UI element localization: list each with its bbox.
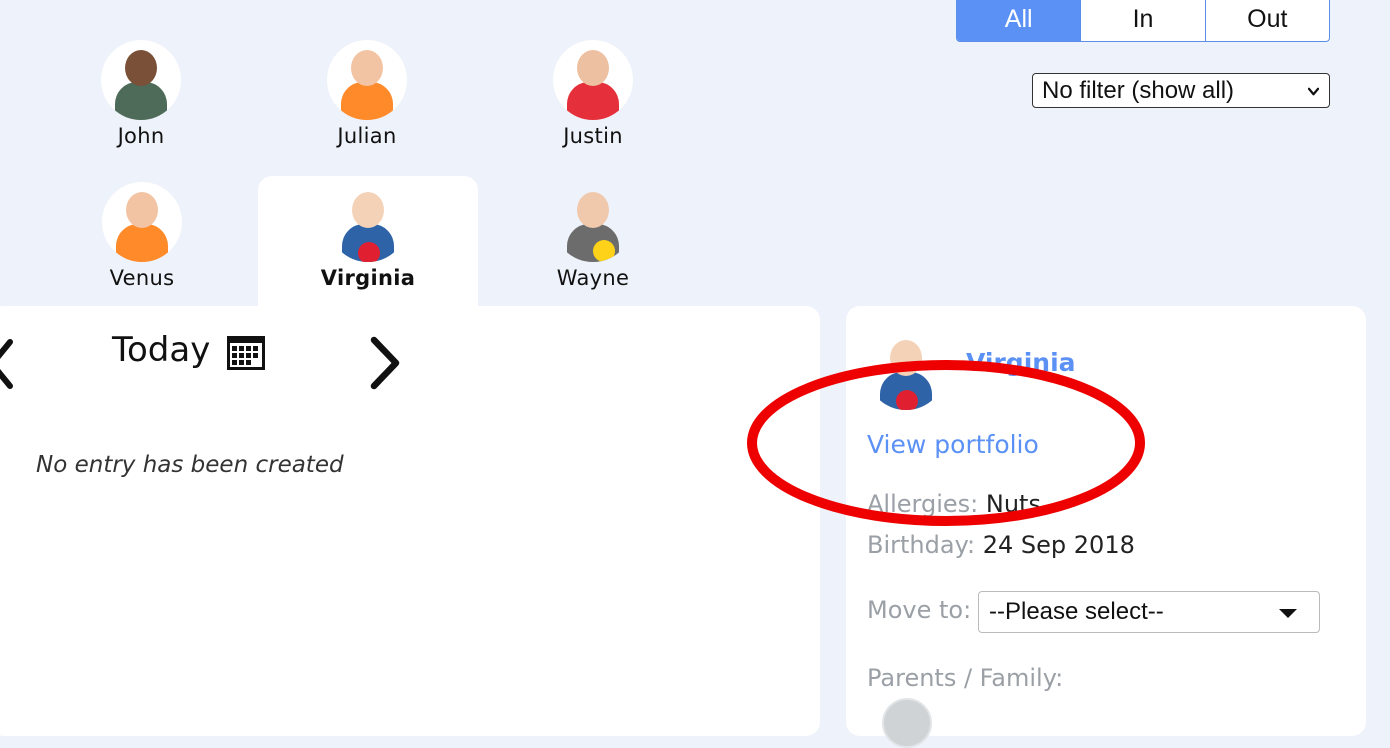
caret-down-icon xyxy=(1279,609,1297,618)
filter-select[interactable]: No filter (show all) xyxy=(1032,73,1330,108)
filter-select-value: No filter (show all) xyxy=(1042,77,1235,104)
child-name: John xyxy=(117,124,165,148)
toggle-out-button[interactable]: Out xyxy=(1206,0,1329,41)
child-card-virginia[interactable]: Virginia xyxy=(258,176,478,322)
move-to-label: Move to: xyxy=(867,596,972,624)
parents-row: Parents / Family: xyxy=(867,664,1063,692)
child-name: Virginia xyxy=(320,266,416,290)
move-to-select-value: --Please select-- xyxy=(989,598,1164,625)
birthday-value: 24 Sep 2018 xyxy=(982,531,1135,559)
allergies-value: Nuts xyxy=(985,490,1041,518)
toggle-in-button[interactable]: In xyxy=(1081,0,1206,41)
child-card-julian[interactable]: Julian xyxy=(277,40,457,148)
date-label[interactable]: Today xyxy=(112,330,210,370)
parent-avatar[interactable] xyxy=(882,698,932,748)
child-avatar xyxy=(328,182,408,262)
child-avatar xyxy=(327,40,407,120)
move-to-select[interactable]: --Please select-- xyxy=(978,591,1320,633)
child-name: Justin xyxy=(563,124,623,148)
toggle-all-button[interactable]: All xyxy=(957,0,1082,41)
chevron-down-icon xyxy=(1308,87,1319,96)
chevron-right-icon[interactable] xyxy=(366,334,406,392)
view-portfolio-link[interactable]: View portfolio xyxy=(867,430,1039,459)
child-card-justin[interactable]: Justin xyxy=(503,40,683,148)
child-card-wayne[interactable]: Wayne xyxy=(503,182,683,290)
move-to-row: Move to: xyxy=(867,596,971,624)
presence-toggle: All In Out xyxy=(956,0,1330,42)
birthday-row: Birthday: 24 Sep 2018 xyxy=(867,531,1135,559)
profile-avatar xyxy=(866,330,946,410)
child-avatar xyxy=(101,40,181,120)
child-name: Wayne xyxy=(556,266,630,290)
parents-label: Parents / Family: xyxy=(867,664,1064,692)
child-name: Venus xyxy=(109,266,175,290)
empty-entry-message: No entry has been created xyxy=(36,452,344,478)
allergies-label: Allergies: xyxy=(867,490,979,518)
diary-panel xyxy=(0,306,820,736)
child-name: Julian xyxy=(337,124,397,148)
child-card-venus[interactable]: Venus xyxy=(52,182,232,290)
allergies-row: Allergies: Nuts xyxy=(867,490,1041,518)
birthday-label: Birthday: xyxy=(867,531,976,559)
child-avatar xyxy=(102,182,182,262)
child-avatar xyxy=(553,40,633,120)
child-avatar xyxy=(553,182,633,262)
chevron-left-icon[interactable] xyxy=(0,336,16,392)
calendar-icon[interactable] xyxy=(226,333,266,371)
child-card-john[interactable]: John xyxy=(51,40,231,148)
profile-name-link[interactable]: Virginia xyxy=(966,348,1076,377)
